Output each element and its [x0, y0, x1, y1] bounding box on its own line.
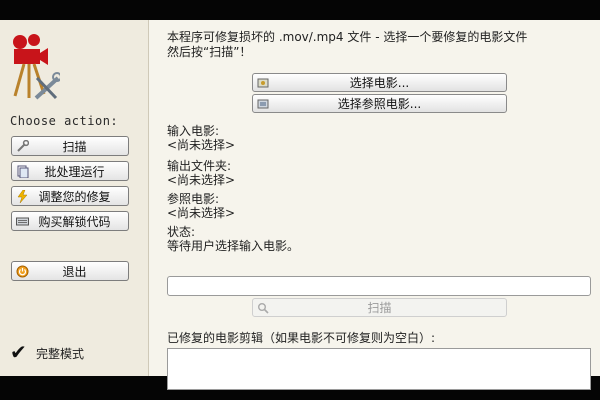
scan-button-label: 扫描 — [367, 301, 392, 315]
buy-unlock-code-label: 购买解锁代码 — [38, 214, 111, 229]
keyboard-icon — [16, 215, 29, 228]
main-panel: 本程序可修复损坏的 .mov/.mp4 文件 - 选择一个要修复的电影文件 然后… — [149, 20, 600, 390]
input-movie-value: <尚未选择> — [167, 138, 236, 152]
exit-label: 退出 — [62, 264, 87, 279]
intro-text: 本程序可修复损坏的 .mov/.mp4 文件 - 选择一个要修复的电影文件 然后… — [167, 30, 595, 60]
wrench-icon — [16, 139, 29, 153]
full-mode-checkmark-icon[interactable]: ✔ — [10, 340, 27, 364]
choose-action-label: Choose action: — [10, 114, 119, 128]
progress-bar — [167, 276, 591, 296]
select-reference-movie-button[interactable]: 选择参照电影... — [252, 94, 507, 113]
scan-button[interactable]: 扫描 — [252, 298, 507, 317]
batch-icon — [16, 165, 29, 178]
exit-button[interactable]: 退出 — [11, 261, 129, 281]
movie-file-icon — [257, 77, 269, 89]
status-label: 状态: — [167, 225, 196, 239]
batch-run-label: 批处理运行 — [44, 164, 105, 179]
app-window: Choose action: 扫描 批处理运行 调整您的修复 购买解锁代码 退出… — [0, 20, 600, 390]
select-movie-label: 选择电影... — [349, 76, 410, 90]
sidebar: Choose action: 扫描 批处理运行 调整您的修复 购买解锁代码 退出… — [0, 20, 149, 376]
full-mode-label: 完整模式 — [36, 347, 85, 361]
reference-movie-value: <尚未选择> — [167, 206, 236, 220]
magnifier-icon — [258, 302, 269, 314]
status-value: 等待用户选择输入电影。 — [167, 239, 300, 253]
input-movie-label: 输入电影: — [167, 124, 220, 138]
output-folder-label: 输出文件夹: — [167, 159, 232, 173]
select-movie-button[interactable]: 选择电影... — [252, 73, 507, 92]
reference-file-icon — [257, 98, 269, 110]
scan-sidebar-label: 扫描 — [62, 139, 87, 154]
output-folder-value: <尚未选择> — [167, 173, 236, 187]
lightning-icon — [16, 189, 29, 203]
scan-sidebar-button[interactable]: 扫描 — [11, 136, 129, 156]
repaired-clips-list[interactable] — [167, 348, 591, 390]
reference-movie-label: 参照电影: — [167, 192, 220, 206]
repaired-clips-label: 已修复的电影剪辑（如果电影不可修复则为空白）: — [167, 331, 436, 345]
adjust-repair-button[interactable]: 调整您的修复 — [11, 186, 129, 206]
exit-icon — [16, 265, 29, 278]
buy-unlock-code-button[interactable]: 购买解锁代码 — [11, 211, 129, 231]
screen: Choose action: 扫描 批处理运行 调整您的修复 购买解锁代码 退出… — [0, 0, 600, 400]
intro-line-1: 本程序可修复损坏的 .mov/.mp4 文件 - 选择一个要修复的电影文件 — [167, 30, 528, 44]
select-reference-movie-label: 选择参照电影... — [337, 97, 422, 111]
adjust-repair-label: 调整您的修复 — [38, 189, 111, 204]
movie-camera-logo-icon — [13, 34, 60, 100]
intro-line-2: 然后按“扫描”！ — [167, 45, 252, 59]
batch-run-button[interactable]: 批处理运行 — [11, 161, 129, 181]
